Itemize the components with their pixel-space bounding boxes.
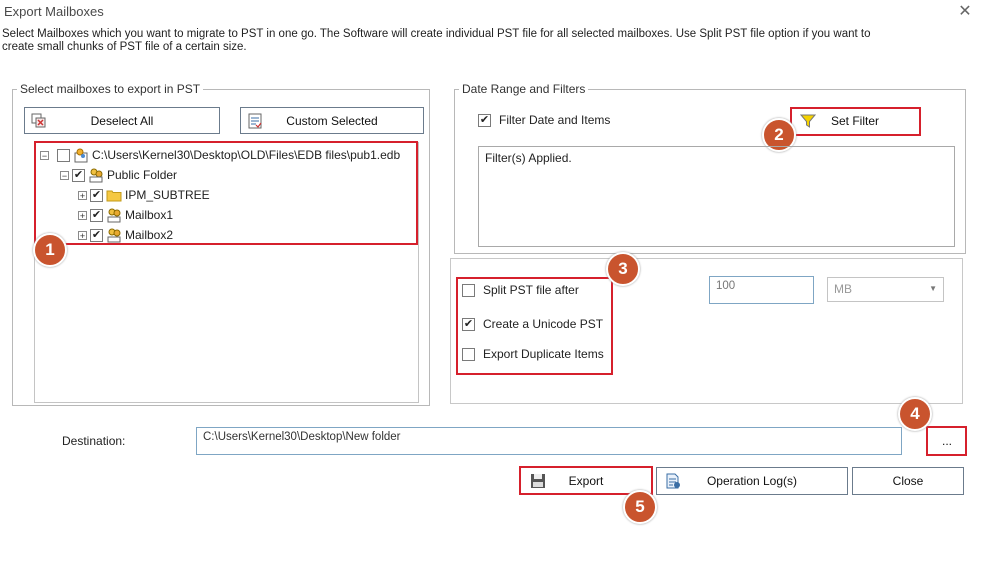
callout-badge-5: 5	[623, 490, 657, 524]
deselect-all-button[interactable]: Deselect All	[24, 107, 220, 134]
date-range-legend: Date Range and Filters	[462, 82, 586, 96]
filter-checkbox-label: Filter Date and Items	[499, 113, 611, 127]
deselect-all-label: Deselect All	[90, 113, 154, 128]
callout-badge-1: 1	[33, 233, 67, 267]
destination-label: Destination:	[62, 434, 126, 448]
callout-badge-4: 4	[898, 397, 932, 431]
filters-applied-text: Filter(s) Applied.	[485, 151, 572, 165]
destination-path-input[interactable]: C:\Users\Kernel30\Desktop\New folder	[196, 427, 902, 455]
filter-checkbox-box[interactable]: ✔	[478, 113, 491, 127]
log-file-icon	[665, 473, 681, 489]
close-button[interactable]: Close	[852, 467, 964, 495]
split-size-input[interactable]: 100	[709, 276, 814, 304]
close-label: Close	[892, 474, 924, 488]
operation-log-label: Operation Log(s)	[706, 474, 798, 488]
highlight-box-3	[456, 277, 613, 375]
split-unit-value: MB	[834, 282, 852, 296]
window-title: Export Mailboxes	[4, 4, 104, 19]
callout-badge-3: 3	[606, 252, 640, 286]
close-window-icon[interactable]: ✕	[955, 2, 975, 22]
mailbox-group-legend: Select mailboxes to export in PST	[20, 82, 201, 96]
filters-applied-box: Filter(s) Applied.	[478, 146, 955, 247]
split-unit-select[interactable]: MB ▼	[827, 277, 944, 302]
filter-date-items-checkbox[interactable]: ✔ Filter Date and Items	[478, 113, 610, 127]
deselect-icon	[31, 113, 47, 129]
operation-log-button[interactable]: Operation Log(s)	[656, 467, 848, 495]
custom-selected-button[interactable]: Custom Selected	[240, 107, 424, 134]
dropdown-arrow-icon: ▼	[929, 284, 937, 293]
highlight-box-4	[926, 426, 967, 456]
custom-selected-label: Custom Selected	[286, 113, 378, 128]
custom-select-icon	[247, 113, 263, 129]
highlight-box-2	[790, 107, 921, 136]
highlight-box-1	[34, 141, 418, 245]
instructions-text: Select Mailboxes which you want to migra…	[2, 28, 871, 53]
